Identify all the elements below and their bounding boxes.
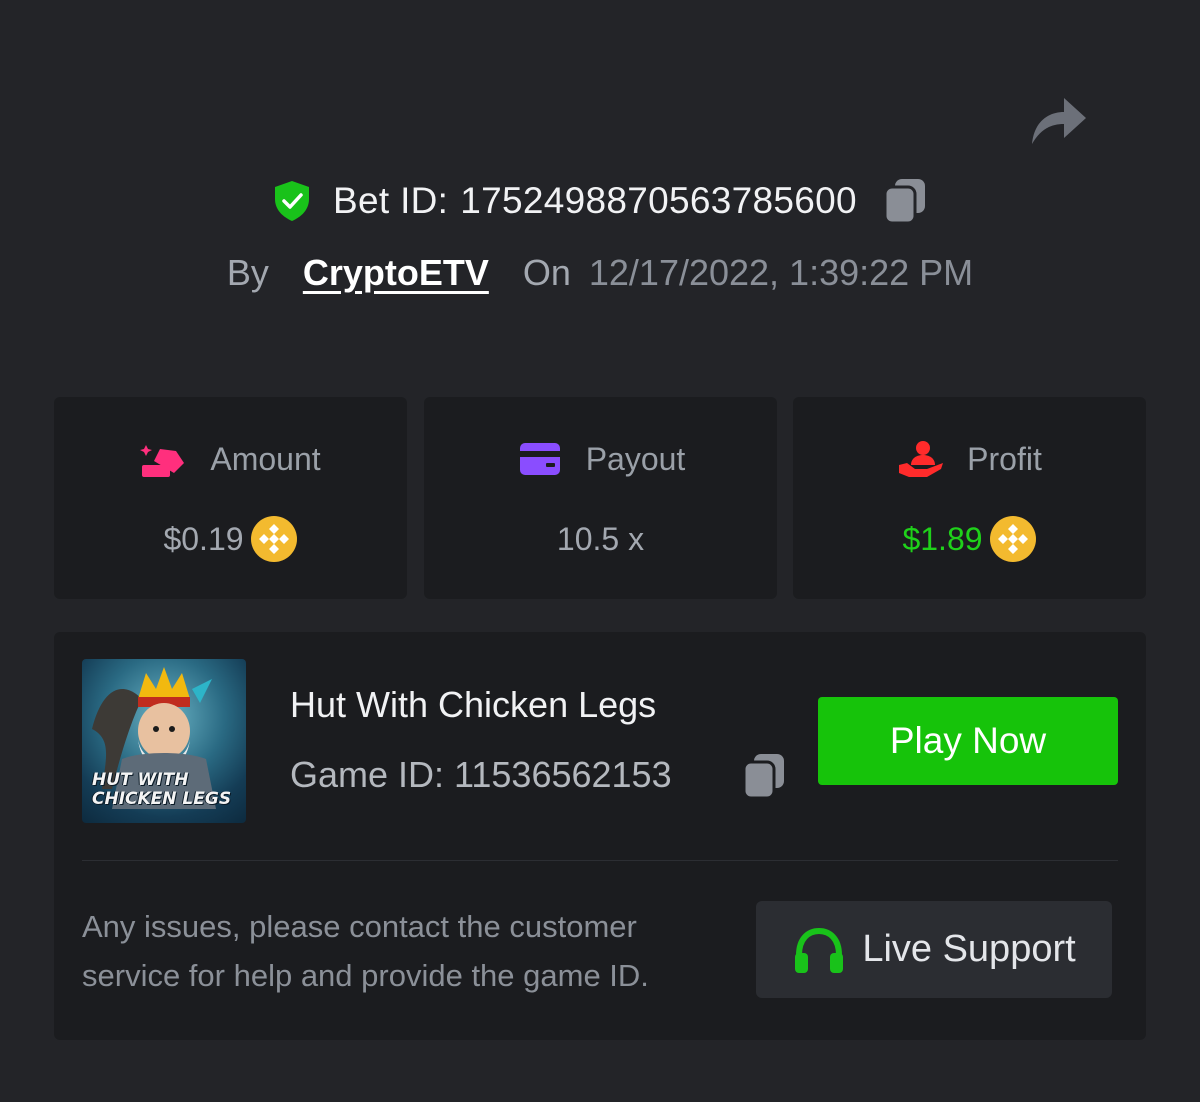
verified-shield-icon — [275, 181, 310, 221]
amount-card: Amount $0.19 — [54, 397, 407, 599]
profit-card: Profit $1.89 — [793, 397, 1146, 599]
coins-hand-icon — [140, 445, 185, 477]
headphones-icon — [795, 927, 844, 973]
bet-detail-page: Bet ID: 1752498870563785600 By CryptoETV… — [0, 0, 1200, 1102]
bet-id-row: Bet ID: 1752498870563785600 — [0, 174, 1200, 228]
bnb-coin-icon — [250, 516, 297, 562]
share-icon[interactable] — [1028, 92, 1088, 148]
copy-game-id-icon[interactable] — [742, 752, 786, 800]
game-name: Hut With Chicken Legs — [290, 684, 657, 725]
bet-meta-row: By CryptoETV On 12/17/2022, 1:39:22 PM — [0, 248, 1200, 298]
bet-id-label: Bet ID: — [333, 180, 449, 221]
game-panel: HUT WITH CHICKEN LEGS Hut With Chicken L… — [54, 632, 1146, 1040]
bet-datetime: 12/17/2022, 1:39:22 PM — [588, 252, 974, 293]
game-thumbnail[interactable]: HUT WITH CHICKEN LEGS — [82, 659, 246, 823]
bnb-coin-icon — [989, 516, 1036, 562]
on-label: On — [522, 252, 571, 293]
profit-value: $1.89 — [902, 520, 983, 557]
live-support-button[interactable]: Live Support — [756, 901, 1112, 998]
divider — [82, 860, 1118, 861]
by-label: By — [226, 252, 269, 293]
thumbnail-caption-line1: HUT WITH — [92, 770, 189, 790]
username-link[interactable]: CryptoETV — [303, 252, 489, 294]
bet-id-value: 1752498870563785600 — [460, 180, 857, 221]
payout-label: Payout — [585, 440, 686, 477]
play-now-button[interactable]: Play Now — [818, 697, 1118, 785]
amount-value: $0.19 — [163, 520, 244, 557]
payout-card: Payout 10.5 x — [424, 397, 777, 599]
payout-value: 10.5 x — [556, 520, 645, 557]
hand-person-icon — [899, 441, 944, 477]
game-id: Game ID: 11536562153 — [290, 754, 672, 795]
profit-label: Profit — [967, 440, 1042, 477]
card-icon — [519, 443, 560, 475]
support-notice: Any issues, please contact the customer … — [82, 909, 649, 993]
amount-label: Amount — [210, 440, 321, 477]
copy-bet-id-icon[interactable] — [883, 177, 927, 225]
thumbnail-caption-line2: CHICKEN LEGS — [92, 789, 232, 809]
live-support-label: Live Support — [862, 928, 1076, 970]
